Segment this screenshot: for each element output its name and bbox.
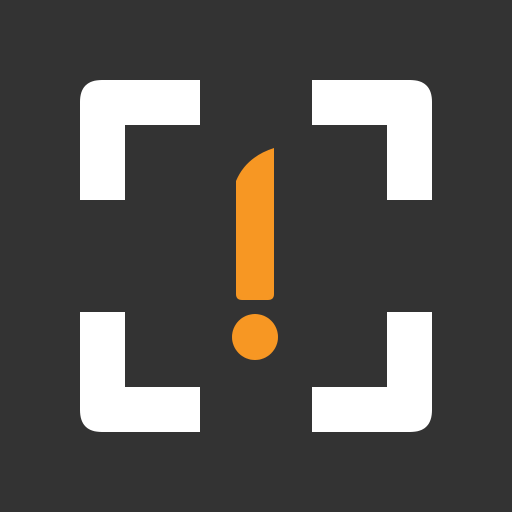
exclamation-knife-icon (232, 148, 278, 360)
app-icon-graphic (0, 0, 512, 512)
knife-blade (236, 148, 274, 300)
exclamation-dot (232, 314, 278, 360)
app-icon (0, 0, 512, 512)
